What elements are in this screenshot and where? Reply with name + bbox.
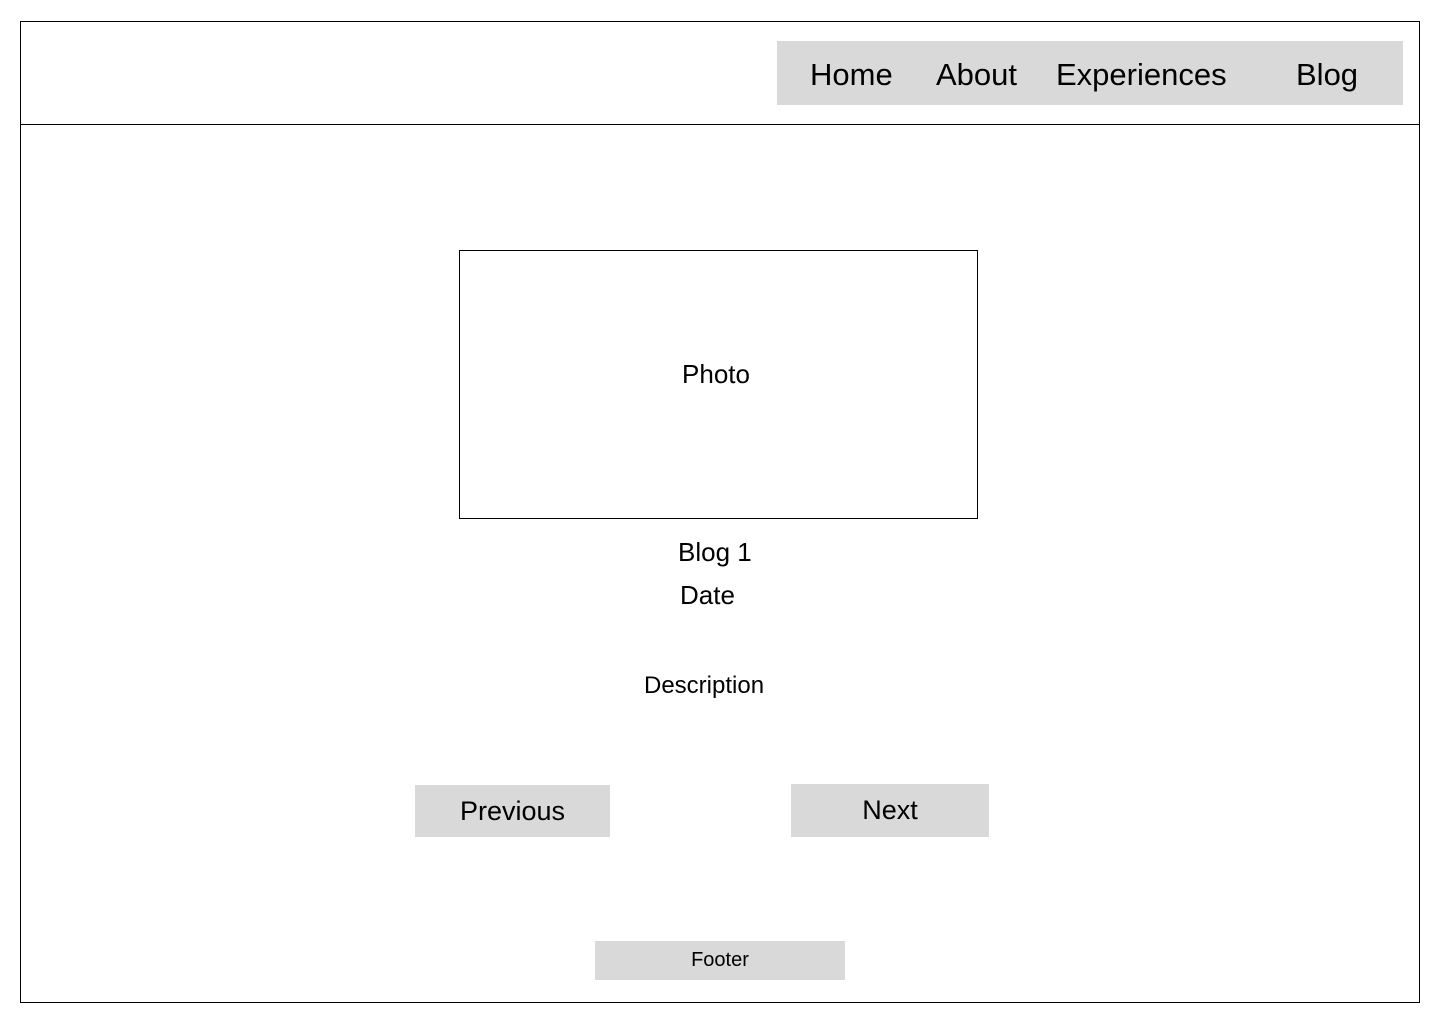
nav-item-blog[interactable]: Blog <box>1296 41 1358 105</box>
nav-item-experiences[interactable]: Experiences <box>1056 41 1227 105</box>
page-frame: Home About Experiences Blog Photo Blog 1… <box>20 21 1420 1003</box>
footer: Footer <box>595 941 845 980</box>
previous-button[interactable]: Previous <box>415 785 610 837</box>
next-button[interactable]: Next <box>791 784 989 837</box>
blog-date: Date <box>680 580 735 610</box>
main-nav: Home About Experiences Blog <box>777 41 1403 105</box>
blog-description: Description <box>644 672 765 699</box>
nav-item-home[interactable]: Home <box>810 41 893 105</box>
photo-label: Photo <box>682 359 750 389</box>
nav-item-about[interactable]: About <box>936 41 1017 105</box>
blog-title: Blog 1 <box>678 537 752 567</box>
photo-placeholder: Photo <box>459 250 978 519</box>
header: Home About Experiences Blog <box>21 22 1419 125</box>
